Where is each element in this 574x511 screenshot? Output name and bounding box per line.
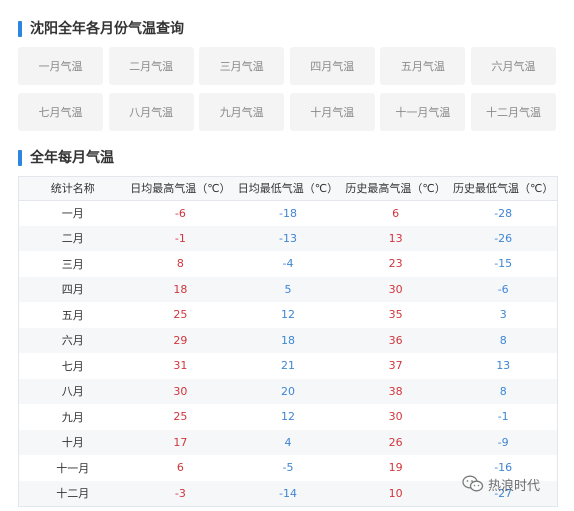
watermark-text: 热浪时代 <box>488 478 541 494</box>
record-low-cell: 8 <box>499 333 507 347</box>
month-button-grid: 一月气温 二月气温 三月气温 四月气温 五月气温 六月气温 七月气温 八月气温 … <box>18 47 556 131</box>
month-button-7[interactable]: 七月气温 <box>18 93 103 131</box>
title-accent-bar <box>18 150 22 166</box>
record-high-cell: 37 <box>388 359 403 373</box>
column-header-record-low: 历史最低气温（℃） <box>453 182 554 196</box>
record-high-cell: 30 <box>388 410 403 424</box>
avg-high-cell: 31 <box>173 359 188 373</box>
record-low-cell: 13 <box>496 359 511 373</box>
avg-high-cell: -6 <box>174 206 186 220</box>
table-row: 二月 -1 -13 13 -26 <box>19 225 557 251</box>
avg-high-cell: -1 <box>174 231 186 245</box>
avg-high-cell: 8 <box>176 257 184 271</box>
month-cell: 三月 <box>61 257 84 271</box>
annual-section-title-text: 全年每月气温 <box>30 150 114 166</box>
avg-high-cell: 29 <box>173 333 188 347</box>
avg-high-cell: 17 <box>173 435 188 449</box>
record-high-cell: 38 <box>388 384 403 398</box>
record-low-cell: -26 <box>494 231 513 245</box>
month-button-2[interactable]: 二月气温 <box>108 47 194 85</box>
record-low-cell: -28 <box>494 206 513 220</box>
avg-low-cell: 12 <box>280 410 295 424</box>
table-row: 五月 25 12 35 3 <box>19 302 557 328</box>
month-cell: 十二月 <box>56 487 90 501</box>
month-cell: 二月 <box>61 232 84 246</box>
avg-low-cell: -4 <box>282 257 294 271</box>
avg-low-cell: 12 <box>280 308 295 322</box>
month-cell: 十月 <box>61 436 84 450</box>
record-high-cell: 36 <box>388 333 403 347</box>
table-row: 七月 31 21 37 13 <box>19 353 557 379</box>
record-high-cell: 26 <box>388 435 403 449</box>
table-row: 一月 -6 -18 6 -28 <box>19 200 557 226</box>
record-low-cell: -1 <box>497 410 509 424</box>
watermark: 热浪时代 <box>462 474 540 494</box>
avg-low-cell: 20 <box>280 384 295 398</box>
month-button-10[interactable]: 十月气温 <box>289 93 375 131</box>
month-cell: 十一月 <box>56 461 90 475</box>
temperature-table: 统计名称 日均最高气温（℃） 日均最低气温（℃） 历史最高气温（℃） 历史最低气… <box>18 176 558 507</box>
table-row: 十月 17 4 26 -9 <box>19 429 557 455</box>
month-cell: 七月 <box>61 359 84 373</box>
record-low-cell: -6 <box>497 282 509 296</box>
record-high-cell: 13 <box>388 231 403 245</box>
record-high-cell: 6 <box>392 206 400 220</box>
month-cell: 八月 <box>61 385 84 399</box>
wechat-icon <box>462 475 484 493</box>
month-button-6[interactable]: 六月气温 <box>470 47 556 85</box>
avg-high-cell: 30 <box>173 384 188 398</box>
query-section-title-text: 沈阳全年各月份气温查询 <box>30 21 184 37</box>
avg-low-cell: 18 <box>280 333 295 347</box>
month-button-5[interactable]: 五月气温 <box>380 47 466 85</box>
avg-low-cell: -13 <box>279 231 297 245</box>
table-row: 六月 29 18 36 8 <box>19 327 557 353</box>
record-low-cell: 8 <box>499 384 507 398</box>
month-button-4[interactable]: 四月气温 <box>289 47 375 85</box>
table-row: 四月 18 5 30 -6 <box>19 276 557 302</box>
avg-high-cell: 18 <box>173 282 188 296</box>
month-cell: 五月 <box>61 308 84 322</box>
column-header-avg-high: 日均最高气温（℃） <box>130 182 231 196</box>
month-cell: 九月 <box>61 410 84 424</box>
record-low-cell: -9 <box>497 435 509 449</box>
avg-low-cell: 4 <box>284 435 292 449</box>
month-button-1[interactable]: 一月气温 <box>18 47 103 85</box>
column-header-avg-low: 日均最低气温（℃） <box>237 182 339 196</box>
avg-low-cell: -5 <box>282 461 294 475</box>
avg-low-cell: 5 <box>284 282 292 296</box>
month-button-3[interactable]: 三月气温 <box>199 47 285 85</box>
month-cell: 一月 <box>61 207 84 220</box>
record-high-cell: 23 <box>388 257 403 271</box>
month-button-9[interactable]: 九月气温 <box>199 93 285 131</box>
month-button-12[interactable]: 十二月气温 <box>470 93 556 131</box>
table-row: 八月 30 20 38 8 <box>19 378 557 404</box>
avg-high-cell: -3 <box>174 486 186 500</box>
avg-low-cell: -14 <box>279 486 297 500</box>
table-row: 三月 8 -4 23 -15 <box>19 251 557 277</box>
record-high-cell: 10 <box>388 486 403 500</box>
column-header-stat-name: 统计名称 <box>50 182 95 196</box>
annual-section-title: 全年每月气温 <box>18 149 114 167</box>
record-high-cell: 19 <box>388 461 403 475</box>
month-button-8[interactable]: 八月气温 <box>108 93 194 131</box>
record-high-cell: 30 <box>388 282 403 296</box>
column-header-record-high: 历史最高气温（℃） <box>345 182 446 196</box>
avg-high-cell: 6 <box>176 461 184 475</box>
month-cell: 四月 <box>61 283 84 297</box>
record-low-cell: -15 <box>494 257 513 271</box>
avg-high-cell: 25 <box>173 308 188 322</box>
avg-low-cell: 21 <box>280 359 295 373</box>
avg-high-cell: 25 <box>173 410 188 424</box>
table-row: 九月 25 12 30 -1 <box>19 404 557 430</box>
record-low-cell: 3 <box>499 308 507 322</box>
title-accent-bar <box>18 21 22 37</box>
table-header-row: 统计名称 日均最高气温（℃） 日均最低气温（℃） 历史最高气温（℃） 历史最低气… <box>19 177 557 200</box>
month-button-11[interactable]: 十一月气温 <box>380 93 466 131</box>
query-section-title: 沈阳全年各月份气温查询 <box>18 20 184 38</box>
avg-low-cell: -18 <box>279 206 297 220</box>
month-cell: 六月 <box>61 334 84 348</box>
record-high-cell: 35 <box>388 308 403 322</box>
